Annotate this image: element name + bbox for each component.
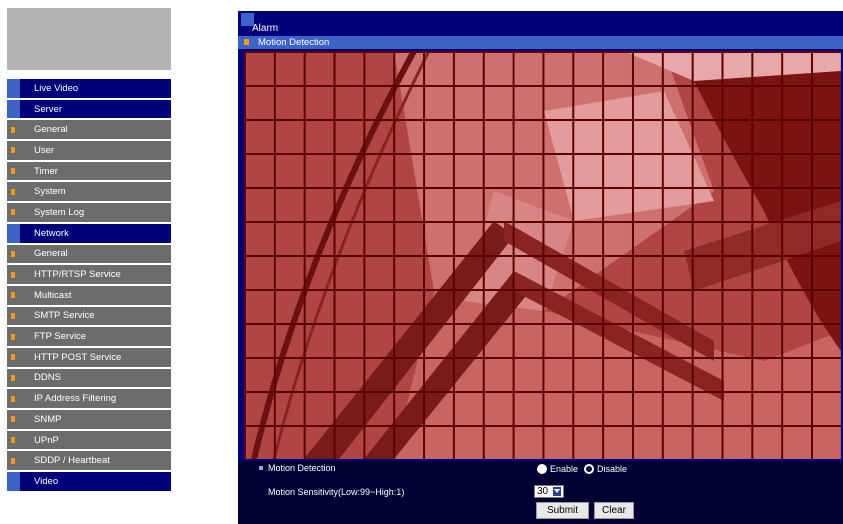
enable-radio[interactable] — [537, 464, 547, 474]
sidebar-item-sddp-heartbeat[interactable]: SDDP / Heartbeat — [7, 451, 171, 473]
disable-label: Disable — [597, 464, 628, 474]
sidebar-item-label: DDNS — [34, 372, 61, 384]
sidebar-item-label: UPnP — [34, 434, 59, 446]
sidebar-item-ip-address-filtering[interactable]: IP Address Filtering — [7, 389, 171, 410]
sidebar-item-snmp[interactable]: SNMP — [7, 410, 171, 431]
panel-title-bar: Alarm — [238, 11, 843, 36]
sidebar-item-http-rtsp-service[interactable]: HTTP/RTSP Service — [7, 265, 171, 286]
sidebar-item-label: General — [34, 124, 68, 136]
motion-detection-label: Motion Detection — [268, 463, 336, 473]
sidebar-item-label: System — [34, 186, 66, 198]
sidebar-item-label: HTTP/RTSP Service — [34, 269, 121, 281]
sidebar-item-smtp-service[interactable]: SMTP Service — [7, 306, 171, 328]
chevron-down-icon — [553, 487, 561, 496]
motion-detection-video — [244, 51, 841, 459]
sidebar-item-network[interactable]: Network — [7, 223, 171, 245]
sidebar-item-label: General — [34, 248, 68, 260]
orange-bullet-icon — [11, 416, 15, 423]
sidebar-item-user[interactable]: User — [7, 141, 171, 162]
sidebar-item-server[interactable]: Server — [7, 99, 171, 121]
orange-bullet-icon — [11, 126, 15, 133]
orange-bullet-icon — [11, 271, 15, 278]
sidebar-item-label: Multicast — [34, 289, 72, 301]
sensitivity-value: 30 — [537, 486, 549, 497]
sidebar: Live Video Server General User Timer System Sy… — [7, 8, 171, 524]
sidebar-item-label: System Log — [34, 206, 85, 218]
submit-button[interactable]: Submit — [536, 502, 589, 519]
blue-square-icon — [7, 79, 20, 98]
blue-square-icon — [7, 472, 20, 491]
sidebar-item-live-video[interactable]: Live Video — [7, 79, 171, 100]
blue-square-icon — [7, 223, 20, 243]
section-title: Motion Detection — [258, 37, 330, 48]
orange-bullet-icon — [11, 395, 15, 402]
disable-radio[interactable] — [584, 464, 595, 474]
sidebar-item-video[interactable]: Video — [7, 472, 171, 493]
enable-label: Enable — [550, 464, 579, 474]
sidebar-nav: Live Video Server General User Timer System Sy… — [7, 79, 171, 493]
sidebar-item-upnp[interactable]: UPnP — [7, 430, 171, 452]
sidebar-item-timer[interactable]: Timer — [7, 161, 171, 183]
sidebar-item-label: Network — [34, 227, 69, 239]
clear-button[interactable]: Clear — [594, 502, 634, 519]
section-header: Motion Detection — [238, 36, 843, 49]
alarm-panel: Alarm Motion Detection — [238, 11, 843, 524]
sidebar-item-general[interactable]: General — [7, 120, 171, 142]
orange-bullet-icon — [11, 147, 15, 154]
bullet-icon — [259, 466, 263, 470]
orange-bullet-icon — [11, 168, 15, 175]
logo-area — [7, 8, 171, 70]
sidebar-item-label: HTTP POST Service — [34, 351, 122, 363]
sidebar-item-label: Video — [34, 475, 59, 487]
sidebar-item-label: Server — [34, 103, 62, 115]
orange-bullet-icon — [11, 354, 15, 361]
sidebar-item-multicast[interactable]: Multicast — [7, 285, 171, 307]
sidebar-item-label: FTP Service — [34, 331, 87, 343]
page-title: Alarm — [252, 23, 279, 34]
sidebar-item-label: IP Address Filtering — [34, 393, 117, 405]
sidebar-item-label: SMTP Service — [34, 310, 95, 322]
sensitivity-select[interactable]: 30 — [534, 485, 564, 498]
blue-square-icon — [7, 99, 20, 119]
sidebar-item-ddns[interactable]: DDNS — [7, 368, 171, 390]
orange-bullet-icon — [11, 333, 15, 340]
orange-bullet-icon — [11, 312, 15, 319]
orange-bullet-icon — [11, 437, 15, 444]
orange-bullet-icon — [11, 188, 15, 195]
sidebar-item-http-post-service[interactable]: HTTP POST Service — [7, 347, 171, 369]
orange-bullet-icon — [244, 39, 249, 45]
sidebar-item-ftp-service[interactable]: FTP Service — [7, 327, 171, 348]
sidebar-item-label: SNMP — [34, 413, 62, 425]
sensitivity-label: Motion Sensitivity(Low:99~High:1) — [268, 487, 405, 497]
sidebar-item-system[interactable]: System — [7, 182, 171, 204]
mode-radio-group: Enable Disable — [537, 464, 633, 474]
orange-bullet-icon — [11, 457, 15, 464]
orange-bullet-icon — [11, 292, 15, 299]
orange-bullet-icon — [11, 374, 15, 381]
sidebar-item-system-log[interactable]: System Log — [7, 203, 171, 224]
sidebar-item-general[interactable]: General — [7, 244, 171, 266]
orange-bullet-icon — [11, 209, 15, 216]
sidebar-item-label: User — [34, 144, 55, 156]
sidebar-item-label: Live Video — [34, 82, 79, 94]
motion-grid[interactable] — [244, 51, 841, 459]
sidebar-item-label: Timer — [34, 165, 58, 177]
sidebar-item-label: SDDP / Heartbeat — [34, 455, 110, 467]
orange-bullet-icon — [11, 250, 15, 257]
